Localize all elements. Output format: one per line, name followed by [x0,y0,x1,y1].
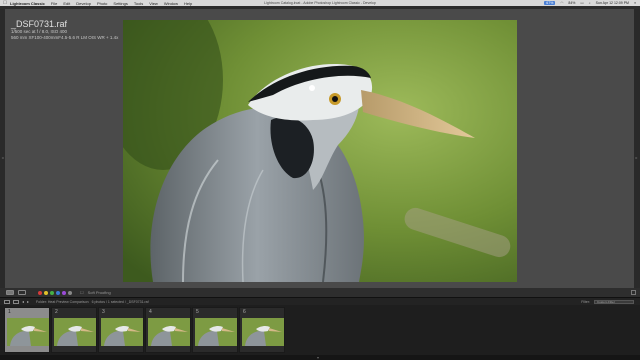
right-panel-collapsed[interactable]: ▸ [634,9,640,288]
before-after-button[interactable] [18,290,26,295]
thumbnail-number: 5 [196,309,199,315]
menu-edit[interactable]: Edit [63,1,70,6]
filter-dropdown[interactable]: Custom Filter [594,299,634,304]
main-photo[interactable] [123,20,517,282]
color-label-red[interactable] [38,290,42,295]
color-labels [38,290,72,295]
filmstrip: 1 2 3 4 5 6 [0,305,640,355]
filmstrip-count[interactable]: 6 photos / 1 selected / _DSF0731.raf [92,300,149,304]
forward-arrow-icon[interactable]: ▸ [27,299,29,304]
grid-view-button[interactable] [13,299,19,304]
color-label-yellow[interactable] [44,290,48,295]
second-window-button[interactable] [4,299,10,304]
thumbnail-image [195,318,237,346]
color-label-purple[interactable] [62,290,66,295]
heron-photo-image [123,20,517,282]
app-menu: Lightroom Classic File Edit Develop Phot… [10,1,192,6]
info-lens: 560 mm XF100-400mmF4.5-5.6 R LM OIS WR +… [11,35,119,40]
bottom-panel-toggle-icon[interactable]: ▾ [317,355,319,360]
window-title: Lightroom Catalog.lrcat - Adobe Photosho… [264,1,376,5]
menu-help[interactable]: Help [184,1,192,6]
wifi-icon[interactable]: ◠ [560,1,563,5]
menu-window[interactable]: Window [164,1,178,6]
filmstrip-thumbnail[interactable]: 1 [4,307,50,353]
clock[interactable]: Sun Apr 12 12:09 PM [596,1,629,5]
thumbnail-number: 6 [243,309,246,315]
menu-settings[interactable]: Settings [113,1,127,6]
filmstrip-thumbnail[interactable]: 5 [192,307,238,353]
thumbnail-number: 2 [55,309,58,315]
info-overlay: _DSF0731.raf 1/500 sec at f / 8.0, ISO 4… [11,19,118,41]
info-filename: _DSF0731.raf [11,19,68,29]
back-arrow-icon[interactable]: ◂ [22,299,24,304]
status-badge[interactable]: 67% [544,1,556,5]
soft-proofing-label[interactable]: Soft Proofing [88,290,111,295]
filmstrip-thumbnail[interactable]: 3 [98,307,144,353]
develop-toolbar: ☐ Soft Proofing [0,288,640,297]
menu-view[interactable]: View [149,1,158,6]
bottom-panel-edge[interactable]: ▾ [0,355,640,360]
toolbar-menu-button[interactable] [631,290,636,295]
control-center-icon[interactable]: ≡ [634,1,636,5]
menu-file[interactable]: File [51,1,57,6]
color-label-green[interactable] [50,290,54,295]
menu-photo[interactable]: Photo [97,1,107,6]
filmstrip-filter-area: Filter: Custom Filter [581,299,634,304]
thumbnail-number: 1 [8,309,11,315]
loupe-view-button[interactable] [6,290,14,295]
menu-tools[interactable]: Tools [134,1,143,6]
right-panel-toggle-icon[interactable]: ▸ [634,155,639,160]
thumbnail-image [101,318,143,346]
status-area: 67% ◠ 84% ▭ ⌕ Sun Apr 12 12:09 PM ≡ [544,1,636,5]
battery-level[interactable]: 84% [568,1,575,5]
filmstrip-thumbnail[interactable]: 4 [145,307,191,353]
battery-icon[interactable]: ▭ [580,1,583,5]
thumbnail-number: 4 [149,309,152,315]
color-label-none[interactable] [68,290,72,295]
soft-proofing-checkbox[interactable]: ☐ [80,290,84,295]
filmstrip-thumbnail[interactable]: 6 [239,307,285,353]
filmstrip-header: ◂ ▸ Folder: Heat Preview Comparison 6 ph… [0,298,640,305]
thumbnail-image [54,318,96,346]
search-icon[interactable]: ⌕ [589,1,591,5]
color-label-blue[interactable] [56,290,60,295]
thumbnail-number: 3 [102,309,105,315]
filmstrip-thumbnail[interactable]: 2 [51,307,97,353]
menu-app[interactable]: Lightroom Classic [10,1,45,6]
filter-label: Filter: [581,299,590,304]
thumbnail-image [242,318,284,346]
filmstrip-source[interactable]: Folder: Heat Preview Comparison [36,300,89,304]
thumbnail-image [7,318,49,346]
menu-develop[interactable]: Develop [76,1,91,6]
thumbnail-image [148,318,190,346]
